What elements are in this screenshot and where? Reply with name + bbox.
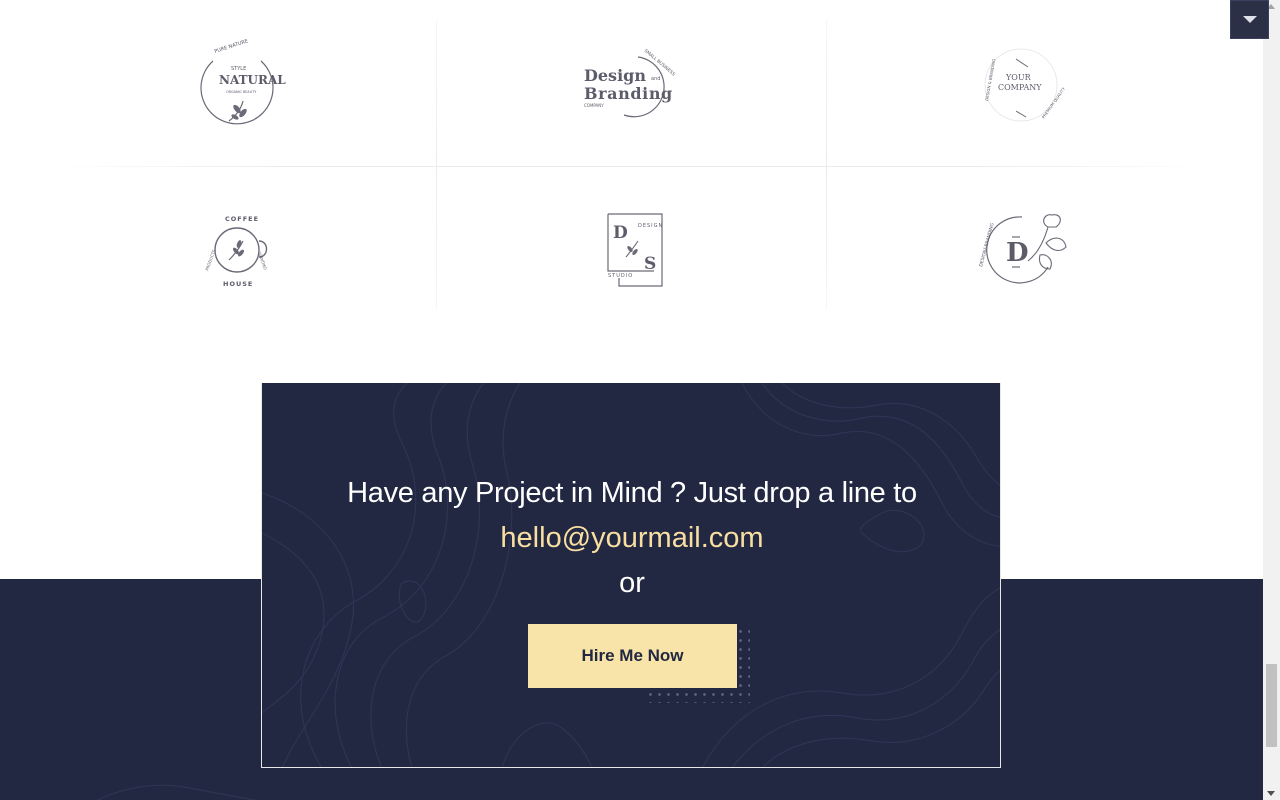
logo-text: YOUR: [1005, 73, 1032, 82]
cta-or-text: or: [619, 567, 645, 599]
logo-text: ORGANIC BEAUTY: [226, 90, 257, 94]
client-logo-grid: PURE NATURE STYLE NATURAL ORGANIC BEAUTY…: [50, 0, 1210, 330]
logo-text: HOUSE: [223, 280, 253, 288]
logo-text: D: [1006, 238, 1029, 268]
logo-text: COMPANY: [584, 103, 604, 108]
chevron-down-icon: [1242, 16, 1257, 23]
logo-coffee-house: COFFEE HOUSE PRODUCTS ORGANIC: [68, 180, 408, 320]
logo-design-branding: Design and Branding SMALL BUSINESS COMPA…: [461, 14, 801, 154]
hire-me-button[interactable]: Hire Me Now: [528, 624, 737, 688]
logo-text: DESIGN & BRANDING: [984, 58, 996, 101]
contact-cta-card: Have any Project in Mind ? Just drop a l…: [261, 383, 1001, 768]
logo-text: COMPANY: [998, 83, 1042, 92]
logo-text: PRODUCTS: [204, 248, 216, 271]
page-content: PURE NATURE STYLE NATURAL ORGANIC BEAUTY…: [0, 0, 1263, 800]
logo-design-studio: D S DESIGN STUDIO: [461, 180, 801, 320]
grid-divider: [826, 20, 827, 310]
logo-text: DESIGN: [638, 223, 663, 229]
logo-text: STYLE: [231, 66, 246, 72]
grid-divider: [50, 166, 1210, 167]
logo-natural: PURE NATURE STYLE NATURAL ORGANIC BEAUTY: [68, 14, 408, 154]
scrollbar-thumb[interactable]: [1266, 664, 1277, 747]
logo-text: ORGANIC: [257, 251, 268, 271]
logo-text: NATURAL: [219, 73, 286, 87]
footer-contour: [96, 784, 258, 800]
logo-text: D: [613, 223, 628, 243]
logo-text: Branding: [584, 84, 673, 103]
logo-text: PREMIUM QUALITY: [1041, 86, 1067, 120]
scroll-down-arrow-icon[interactable]: [1267, 791, 1275, 796]
logo-your-company: YOUR COMPANY DESIGN & BRANDING PREMIUM Q…: [851, 14, 1191, 154]
logo-text: PURE NATURE: [214, 39, 249, 55]
logo-design-branding-d: D DESIGN&BRANDING: [851, 180, 1191, 320]
logo-text: and: [651, 76, 660, 82]
contact-email-link[interactable]: hello@yourmail.com: [262, 522, 1000, 555]
logo-text: S: [644, 254, 656, 274]
cta-heading: Have any Project in Mind ? Just drop a l…: [347, 477, 917, 509]
logo-text: STUDIO: [608, 273, 633, 279]
page-scrollbar[interactable]: [1263, 0, 1280, 800]
logo-text: Design: [584, 66, 646, 85]
logo-text: DESIGN&BRANDING: [978, 222, 996, 267]
logo-text: COFFEE: [225, 215, 259, 223]
grid-divider: [436, 20, 437, 310]
dropdown-toggle-button[interactable]: [1230, 0, 1269, 39]
logo-text: SMALL BUSINESS: [643, 48, 677, 78]
